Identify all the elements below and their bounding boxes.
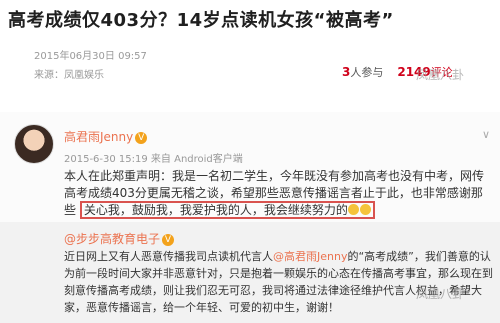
weibo-screenshot: 高君雨Jenny V ∨ 2015-6-30 15:19 来自 Android客户… [0, 112, 500, 323]
chevron-down-icon[interactable]: ∨ [482, 128, 490, 141]
verified-badge-icon: V [162, 234, 175, 246]
emoji-icon [347, 204, 359, 215]
participants-label: 人参与 [350, 66, 384, 79]
repost-username-text[interactable]: @步步高教育电子 [64, 232, 160, 246]
post-username[interactable]: 高君雨Jenny V [64, 128, 148, 145]
weibo-post: 高君雨Jenny V ∨ 2015-6-30 15:19 来自 Android客户… [0, 112, 500, 222]
post-timestamp: 2015-6-30 15:19 来自 Android客户端 [64, 154, 243, 165]
mention-link[interactable]: @高君雨Jenny [273, 250, 347, 263]
emoji-icon [359, 204, 371, 215]
repost-text-1: 近日网上又有人恶意传播我司点读机代言人 [64, 250, 273, 263]
post-body: 本人在此郑重声明：我是一名初二学生，今年既没有参加高考也没有中考，网传高考成绩4… [64, 168, 490, 219]
highlighted-text: 关心我，鼓励我，我爱护我的人，我会继续努力的 [83, 203, 348, 217]
article-source: 来源：凤凰娱乐 [34, 70, 104, 81]
repost-body: 近日网上又有人恶意传播我司点读机代言人@高君雨Jenny的“高考成绩”，我们善意… [64, 248, 496, 316]
article-date: 2015年06月30日 09:57 [34, 51, 147, 62]
post-username-text[interactable]: 高君雨Jenny [64, 130, 133, 144]
avatar[interactable] [14, 124, 54, 164]
highlighted-statement: 关心我，鼓励我，我爱护我的人，我会继续努力的 [79, 201, 375, 219]
article-title: 高考成绩仅403分？14岁点读机女孩“被高考” [8, 10, 394, 31]
watermark: 凤凰八卦 [416, 68, 465, 82]
watermark: 凤凰八卦 [416, 287, 465, 301]
verified-badge-icon: V [135, 132, 148, 144]
repost-username[interactable]: @步步高教育电子 V [64, 230, 175, 247]
repost: @步步高教育电子 V 近日网上又有人恶意传播我司点读机代言人@高君雨Jenny的“… [0, 222, 500, 323]
